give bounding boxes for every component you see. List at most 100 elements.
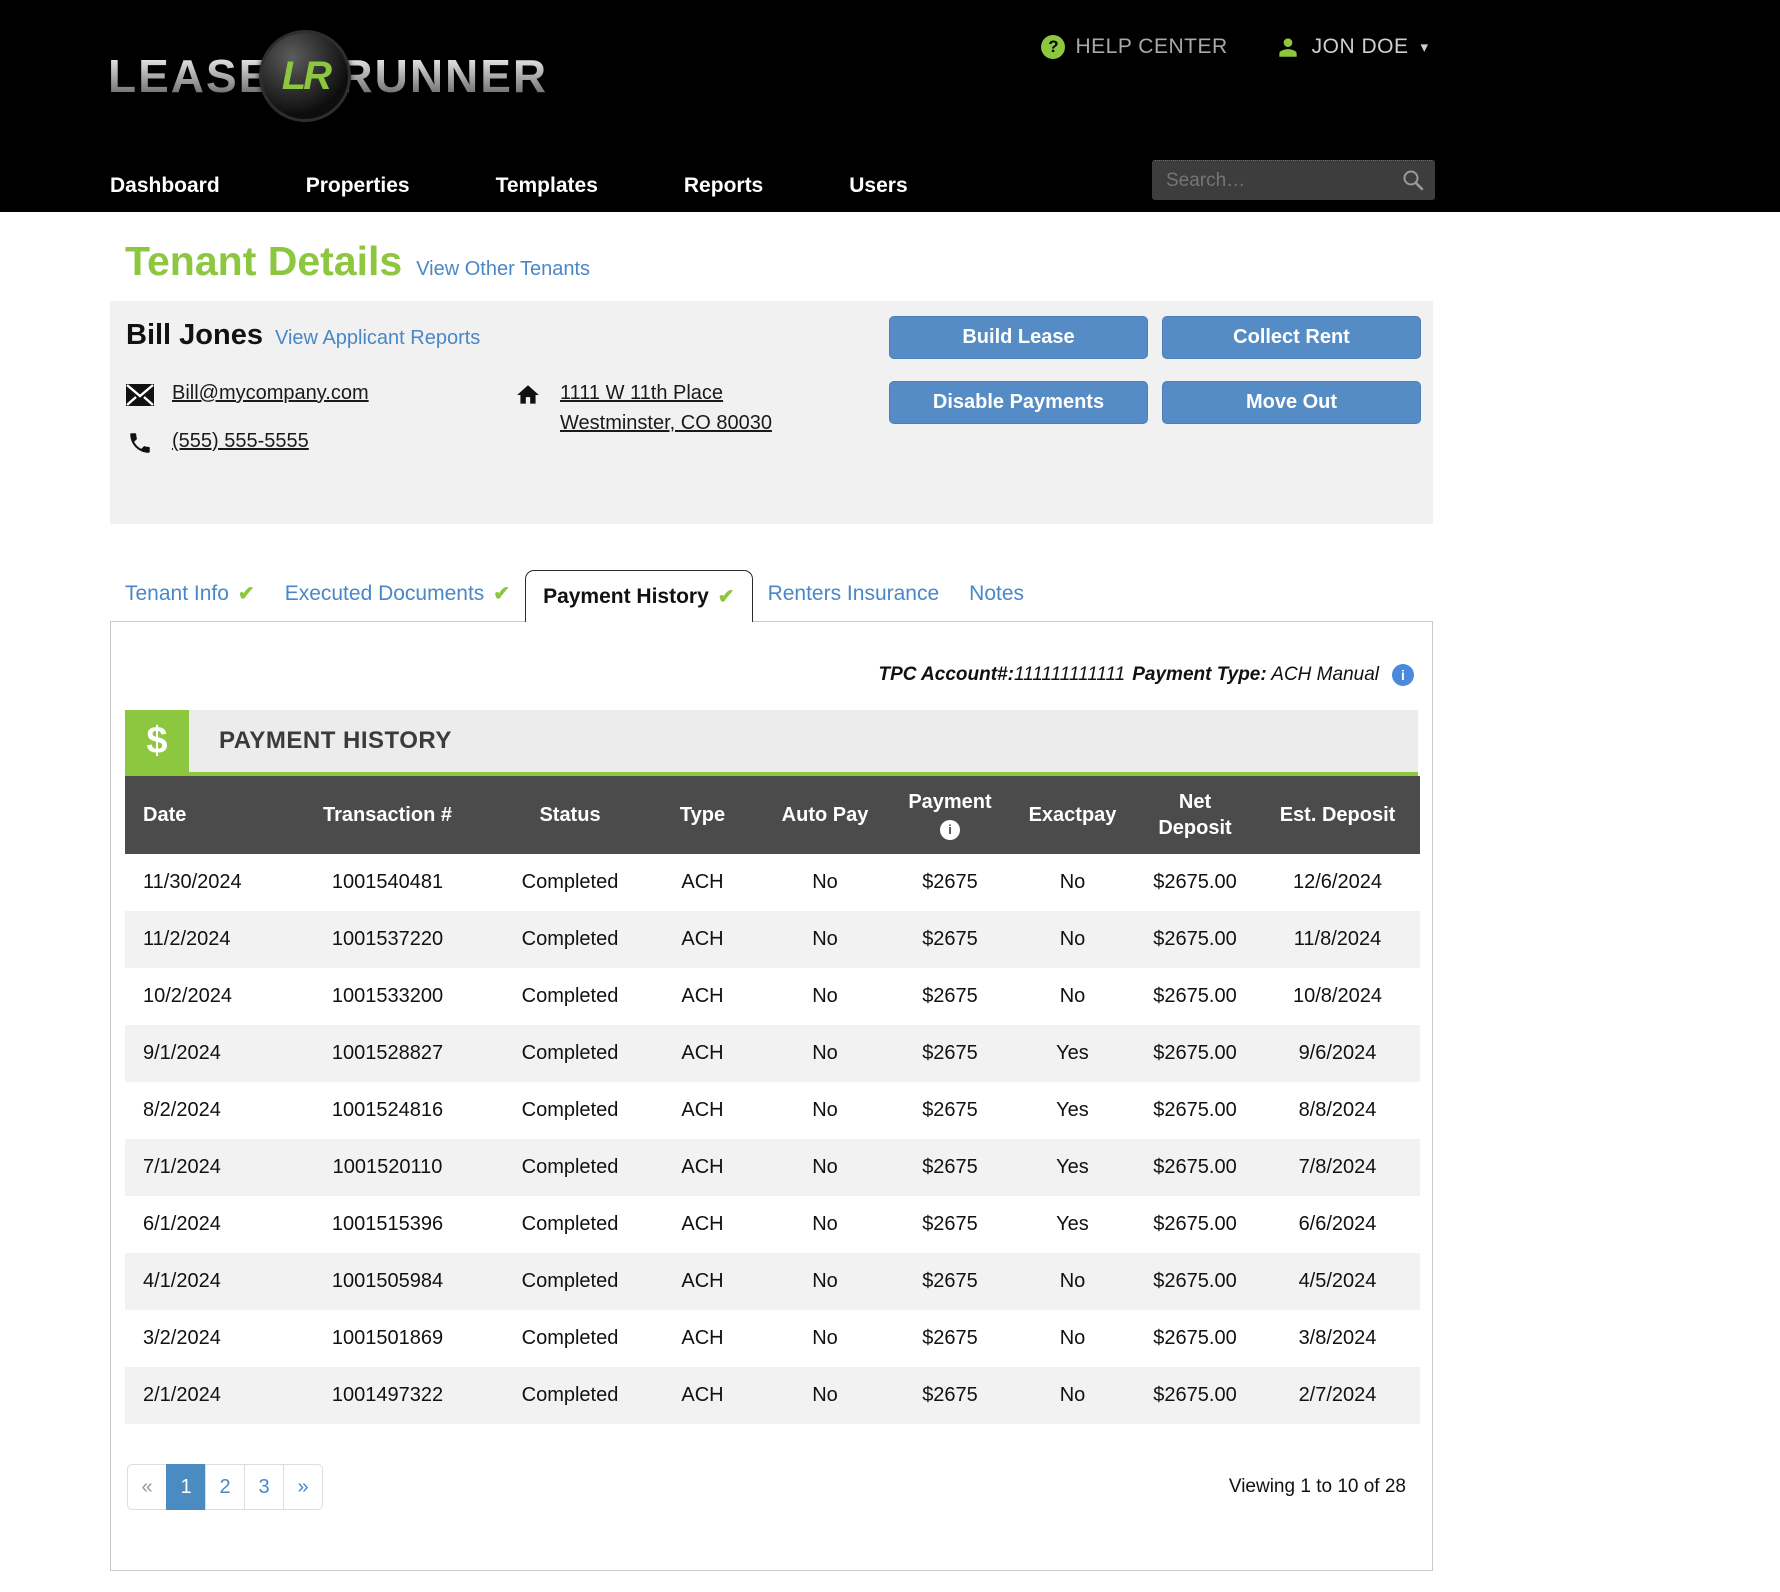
pagination-page-3[interactable]: 3 xyxy=(244,1464,284,1510)
table-cell: 10/8/2024 xyxy=(1255,968,1420,1025)
disable-payments-button[interactable]: Disable Payments xyxy=(889,381,1148,424)
build-lease-button[interactable]: Build Lease xyxy=(889,316,1148,359)
table-cell: 10/2/2024 xyxy=(125,968,280,1025)
table-cell: No xyxy=(760,1082,890,1139)
table-cell: Completed xyxy=(495,854,645,911)
search-icon[interactable] xyxy=(1401,168,1425,192)
pagination-page-2[interactable]: 2 xyxy=(205,1464,245,1510)
view-applicant-reports-link[interactable]: View Applicant Reports xyxy=(275,327,480,350)
move-out-button[interactable]: Move Out xyxy=(1162,381,1421,424)
table-cell: $2675.00 xyxy=(1135,911,1255,968)
tab-notes[interactable]: Notes xyxy=(954,582,1039,621)
user-icon xyxy=(1274,34,1302,60)
tenant-phone-link[interactable]: (555) 555-5555 xyxy=(172,430,309,453)
search-box xyxy=(1152,160,1435,200)
table-row: 9/1/20241001528827CompletedACHNo$2675Yes… xyxy=(125,1025,1420,1082)
nav-item-properties[interactable]: Properties xyxy=(306,174,410,198)
column-header-autopay: Auto Pay xyxy=(760,776,890,854)
table-header-row: Date Transaction # Status Type Auto Pay … xyxy=(125,776,1420,854)
nav-item-reports[interactable]: Reports xyxy=(684,174,763,198)
tab-renters-insurance[interactable]: Renters Insurance xyxy=(753,582,955,621)
table-cell: $2675 xyxy=(890,1367,1010,1424)
table-row: 11/30/20241001540481CompletedACHNo$2675N… xyxy=(125,854,1420,911)
table-cell: Yes xyxy=(1010,1082,1135,1139)
tab-label: Notes xyxy=(969,582,1024,606)
dollar-icon: $ xyxy=(125,710,189,772)
tab-tenant-info[interactable]: Tenant Info ✔ xyxy=(110,581,270,621)
table-cell: $2675 xyxy=(890,1025,1010,1082)
table-cell: 8/2/2024 xyxy=(125,1082,280,1139)
nav-item-dashboard[interactable]: Dashboard xyxy=(110,174,220,198)
tab-payment-history[interactable]: Payment History ✔ xyxy=(525,570,753,622)
tab-label: Renters Insurance xyxy=(768,582,940,606)
table-cell: $2675.00 xyxy=(1135,1196,1255,1253)
tpc-account-value: 111111111111 xyxy=(1014,664,1125,685)
tab-label: Payment History xyxy=(543,585,709,609)
table-cell: ACH xyxy=(645,911,760,968)
pagination-prev-button[interactable]: « xyxy=(127,1464,167,1510)
table-cell: No xyxy=(760,911,890,968)
tpc-account-label: TPC Account#: xyxy=(878,664,1013,685)
main-nav: Dashboard Properties Templates Reports U… xyxy=(110,174,994,198)
tenant-address-line1[interactable]: 1111 W 11th Place xyxy=(560,382,772,405)
content-container: Tenant Details View Other Tenants Bill J… xyxy=(110,238,1433,1571)
table-cell: $2675.00 xyxy=(1135,1253,1255,1310)
utility-bar: ? HELP CENTER JON DOE ▾ xyxy=(1041,34,1428,60)
tenant-address-line2[interactable]: Westminster, CO 80030 xyxy=(560,412,772,435)
tenant-tabs: Tenant Info ✔ Executed Documents ✔ Payme… xyxy=(110,570,1433,621)
payment-info-icon[interactable]: i xyxy=(940,820,960,840)
payment-table-body: 11/30/20241001540481CompletedACHNo$2675N… xyxy=(125,854,1420,1424)
chevron-down-icon: ▾ xyxy=(1420,38,1428,56)
table-row: 3/2/20241001501869CompletedACHNo$2675No$… xyxy=(125,1310,1420,1367)
payment-history-title: PAYMENT HISTORY xyxy=(189,710,1418,772)
table-cell: 3/2/2024 xyxy=(125,1310,280,1367)
user-name-label: JON DOE xyxy=(1312,35,1409,59)
pagination-page-1[interactable]: 1 xyxy=(166,1464,206,1510)
tenant-email-link[interactable]: Bill@mycompany.com xyxy=(172,382,369,405)
table-cell: 7/1/2024 xyxy=(125,1139,280,1196)
table-cell: ACH xyxy=(645,1139,760,1196)
table-cell: No xyxy=(760,1310,890,1367)
table-cell: $2675 xyxy=(890,1139,1010,1196)
home-icon xyxy=(514,382,542,408)
table-cell: ACH xyxy=(645,968,760,1025)
table-row: 4/1/20241001505984CompletedACHNo$2675No$… xyxy=(125,1253,1420,1310)
table-row: 10/2/20241001533200CompletedACHNo$2675No… xyxy=(125,968,1420,1025)
column-header-payment-label: Payment xyxy=(908,791,991,813)
table-cell: 1001537220 xyxy=(280,911,495,968)
table-cell: Yes xyxy=(1010,1139,1135,1196)
leaserunner-logo[interactable]: LEASE LR RUNNER xyxy=(108,30,548,122)
table-cell: No xyxy=(1010,854,1135,911)
table-cell: $2675 xyxy=(890,1253,1010,1310)
table-cell: 7/8/2024 xyxy=(1255,1139,1420,1196)
table-cell: No xyxy=(1010,911,1135,968)
pagination-next-button[interactable]: » xyxy=(283,1464,323,1510)
nav-item-users[interactable]: Users xyxy=(849,174,907,198)
table-cell: No xyxy=(1010,1367,1135,1424)
tenant-name: Bill Jones xyxy=(126,319,263,352)
table-row: 7/1/20241001520110CompletedACHNo$2675Yes… xyxy=(125,1139,1420,1196)
table-cell: Yes xyxy=(1010,1196,1135,1253)
table-cell: No xyxy=(1010,1310,1135,1367)
help-center-link[interactable]: ? HELP CENTER xyxy=(1041,35,1227,59)
column-header-date: Date xyxy=(125,776,280,854)
view-other-tenants-link[interactable]: View Other Tenants xyxy=(416,258,590,281)
table-cell: No xyxy=(760,1025,890,1082)
tab-executed-documents[interactable]: Executed Documents ✔ xyxy=(270,581,525,621)
table-cell: $2675.00 xyxy=(1135,854,1255,911)
table-cell: ACH xyxy=(645,1196,760,1253)
table-cell: Completed xyxy=(495,1196,645,1253)
info-icon[interactable]: i xyxy=(1392,664,1414,686)
table-cell: Completed xyxy=(495,1082,645,1139)
user-menu[interactable]: JON DOE ▾ xyxy=(1274,34,1428,60)
table-cell: 1001520110 xyxy=(280,1139,495,1196)
table-cell: $2675 xyxy=(890,968,1010,1025)
search-input[interactable] xyxy=(1152,160,1435,200)
table-cell: 6/1/2024 xyxy=(125,1196,280,1253)
collect-rent-button[interactable]: Collect Rent xyxy=(1162,316,1421,359)
table-cell: $2675 xyxy=(890,1310,1010,1367)
nav-item-templates[interactable]: Templates xyxy=(496,174,598,198)
table-cell: 3/8/2024 xyxy=(1255,1310,1420,1367)
table-cell: 1001515396 xyxy=(280,1196,495,1253)
table-cell: No xyxy=(1010,968,1135,1025)
